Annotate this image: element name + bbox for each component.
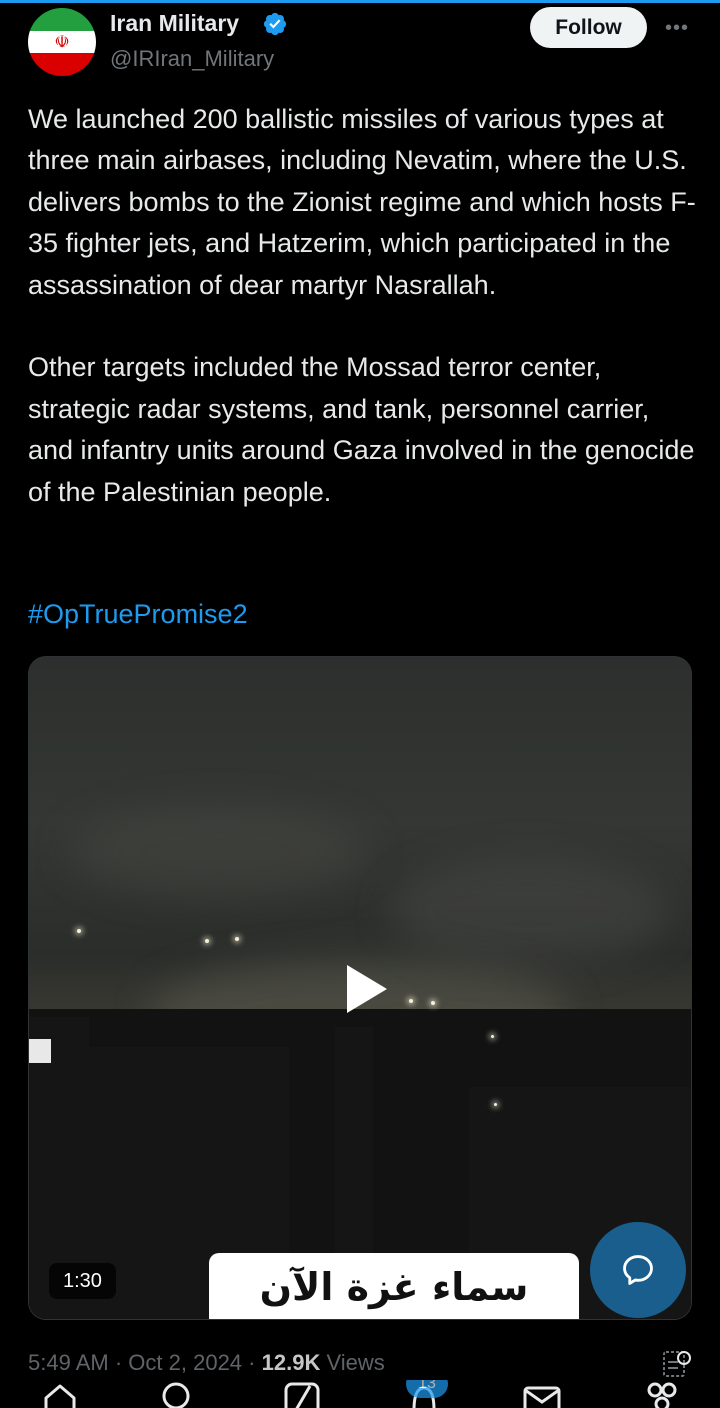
iran-emblem-icon: ☫ — [54, 32, 70, 52]
hashtag-link[interactable]: #OpTruePromise2 — [28, 594, 248, 635]
communities-icon[interactable] — [642, 1380, 682, 1408]
tweet-header: ☫ Iran Military @IRIran_Military Follow … — [0, 0, 720, 90]
tweet-text: We launched 200 ballistic missiles of va… — [28, 104, 696, 507]
video-player[interactable]: 1:30 سماء غزة الآن — [28, 656, 692, 1320]
video-caption: سماء غزة الآن — [209, 1253, 579, 1319]
analytics-icon[interactable] — [660, 1348, 694, 1382]
handle[interactable]: @IRIran_Military — [110, 46, 274, 72]
grok-icon[interactable] — [282, 1380, 322, 1408]
video-duration: 1:30 — [49, 1263, 116, 1299]
messages-icon[interactable] — [522, 1380, 562, 1408]
compose-reply-button[interactable] — [590, 1222, 686, 1318]
verified-badge-icon — [263, 12, 287, 36]
tweet-date[interactable]: Oct 2, 2024 — [128, 1350, 242, 1375]
play-icon[interactable] — [345, 963, 389, 1015]
follow-button[interactable]: Follow — [530, 7, 647, 48]
more-icon[interactable]: ••• — [662, 14, 692, 42]
views-label: Views — [326, 1350, 385, 1375]
tweet-time[interactable]: 5:49 AM — [28, 1350, 109, 1375]
tweet-meta: 5:49 AM · Oct 2, 2024 · 12.9K Views — [28, 1350, 385, 1375]
avatar[interactable]: ☫ — [28, 8, 96, 76]
notifications-badge: 13 — [406, 1380, 448, 1398]
display-name[interactable]: Iran Military — [110, 10, 239, 37]
views-count: 12.9K — [261, 1350, 321, 1375]
compose-reply-icon — [623, 1255, 653, 1285]
search-icon[interactable] — [158, 1380, 198, 1408]
home-icon[interactable] — [40, 1380, 80, 1408]
bottom-nav: 13 — [0, 1380, 720, 1408]
